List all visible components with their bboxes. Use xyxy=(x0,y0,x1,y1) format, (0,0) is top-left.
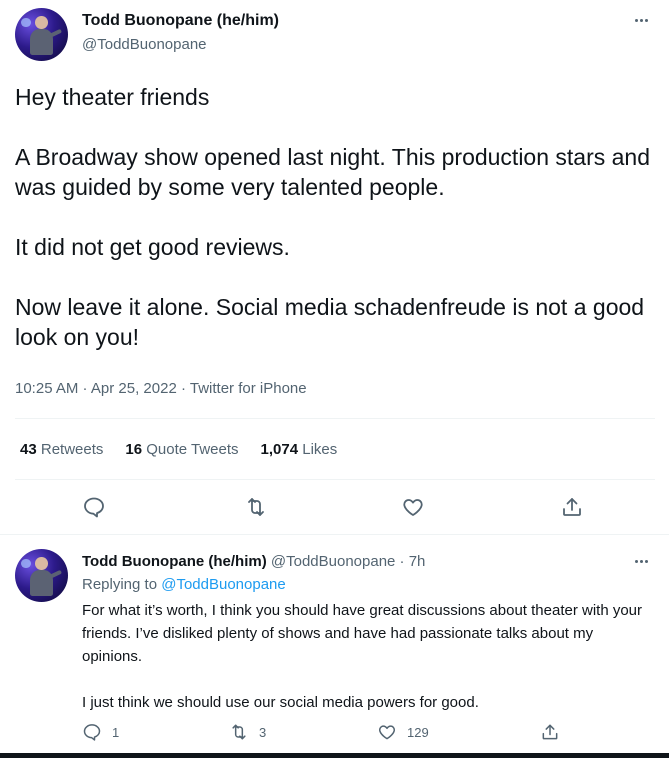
share-icon[interactable] xyxy=(559,494,585,520)
avatar[interactable] xyxy=(15,549,68,602)
share-button[interactable] xyxy=(540,722,560,742)
retweets-stat[interactable]: 43 Retweets xyxy=(20,441,103,458)
main-tweet: Todd Buonopane (he/him) @ToddBuonopane H… xyxy=(0,0,669,534)
tweet-actions xyxy=(0,494,669,524)
divider xyxy=(15,479,655,480)
likes-stat[interactable]: 1,074 Likes xyxy=(261,441,338,458)
mention-link[interactable]: @ToddBuonopane xyxy=(161,576,286,593)
tweet-time[interactable]: 10:25 AM xyxy=(15,380,78,397)
reply-text: For what it’s worth, I think you should … xyxy=(82,602,643,711)
tweet-date[interactable]: Apr 25, 2022 xyxy=(91,380,177,397)
bottom-edge-bar xyxy=(0,753,669,758)
meta-separator: · xyxy=(78,380,91,397)
reply-button[interactable]: 1 xyxy=(82,722,119,742)
tweet-stats: 43 Retweets 16 Quote Tweets 1,074 Likes xyxy=(20,441,337,458)
author-name[interactable]: Todd Buonopane (he/him) xyxy=(82,553,267,570)
like-icon xyxy=(378,725,396,740)
replying-to: Replying to @ToddBuonopane xyxy=(82,576,286,593)
reply-tweet[interactable]: Todd Buonopane (he/him) @ToddBuonopane ·… xyxy=(0,535,669,758)
tweet-meta: 10:25 AM · Apr 25, 2022 · Twitter for iP… xyxy=(15,380,307,397)
avatar[interactable] xyxy=(15,8,68,61)
divider xyxy=(15,418,655,419)
like-icon[interactable] xyxy=(400,494,426,520)
retweet-icon[interactable] xyxy=(243,494,269,520)
reply-icon[interactable] xyxy=(81,494,107,520)
quote-tweets-stat[interactable]: 16 Quote Tweets xyxy=(125,441,238,458)
reply-header: Todd Buonopane (he/him) @ToddBuonopane ·… xyxy=(82,553,425,570)
meta-separator: · xyxy=(176,380,190,397)
retweet-button[interactable]: 3 xyxy=(229,722,266,742)
time-separator: · xyxy=(395,553,409,570)
tweet-source[interactable]: Twitter for iPhone xyxy=(190,380,307,397)
reply-actions: 1 3 129 xyxy=(0,722,669,748)
like-count: 129 xyxy=(407,724,429,740)
reply-count: 1 xyxy=(112,724,120,740)
author-handle[interactable]: @ToddBuonopane xyxy=(82,36,207,53)
retweet-count: 3 xyxy=(259,724,267,740)
share-icon xyxy=(542,724,558,740)
author-name[interactable]: Todd Buonopane (he/him) xyxy=(82,12,279,30)
retweet-icon xyxy=(232,724,246,740)
tweet-text: Hey theater friends A Broadway show open… xyxy=(15,84,651,350)
like-button[interactable]: 129 xyxy=(377,722,429,742)
more-options-icon[interactable] xyxy=(629,551,653,571)
author-handle[interactable]: @ToddBuonopane xyxy=(271,553,396,570)
reply-icon xyxy=(83,724,101,741)
reply-time[interactable]: 7h xyxy=(409,553,426,570)
more-options-icon[interactable] xyxy=(629,10,653,30)
